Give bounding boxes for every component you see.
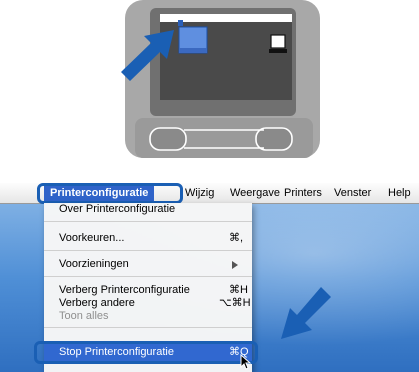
computer-icon bbox=[270, 34, 286, 49]
menu-item-voorzieningen[interactable]: Voorzieningen bbox=[44, 256, 252, 273]
stop-item-highlight-outline bbox=[34, 341, 258, 364]
submenu-arrow-icon bbox=[232, 261, 238, 269]
menu-printers[interactable]: Printers bbox=[284, 183, 322, 203]
menu-screenshot: Printerconfiguratie Wijzig Weergave Prin… bbox=[0, 183, 419, 372]
menu-item-over[interactable]: Over Printerconfiguratie bbox=[44, 201, 252, 218]
menu-separator bbox=[44, 327, 252, 328]
menu-item-voorkeuren[interactable]: Voorkeuren... ⌘, bbox=[44, 230, 252, 247]
menu-item-label: Voorkeuren... bbox=[59, 232, 125, 244]
mouse-cursor-icon bbox=[240, 354, 252, 370]
menu-weergave[interactable]: Weergave bbox=[230, 183, 280, 203]
pointer-arrow-icon bbox=[281, 287, 331, 339]
menu-item-shortcut: ⌘, bbox=[229, 232, 244, 244]
menu-item-label: Over Printerconfiguratie bbox=[59, 203, 176, 215]
monitor-illustration bbox=[121, 0, 320, 158]
menu-separator bbox=[44, 221, 252, 222]
menu-item-label: Voorzieningen bbox=[59, 258, 129, 270]
menu-venster[interactable]: Venster bbox=[334, 183, 371, 203]
menu-separator bbox=[44, 250, 252, 251]
menu-separator bbox=[44, 276, 252, 277]
menu-item-label: Toon alles bbox=[59, 310, 109, 322]
hard-disk-icon bbox=[178, 20, 183, 26]
menu-wijzig[interactable]: Wijzig bbox=[185, 183, 214, 203]
apple-menu-icon[interactable] bbox=[6, 185, 20, 201]
menu-help[interactable]: Help bbox=[388, 183, 411, 203]
menu-item-toon-alles: Toon alles bbox=[44, 308, 252, 325]
